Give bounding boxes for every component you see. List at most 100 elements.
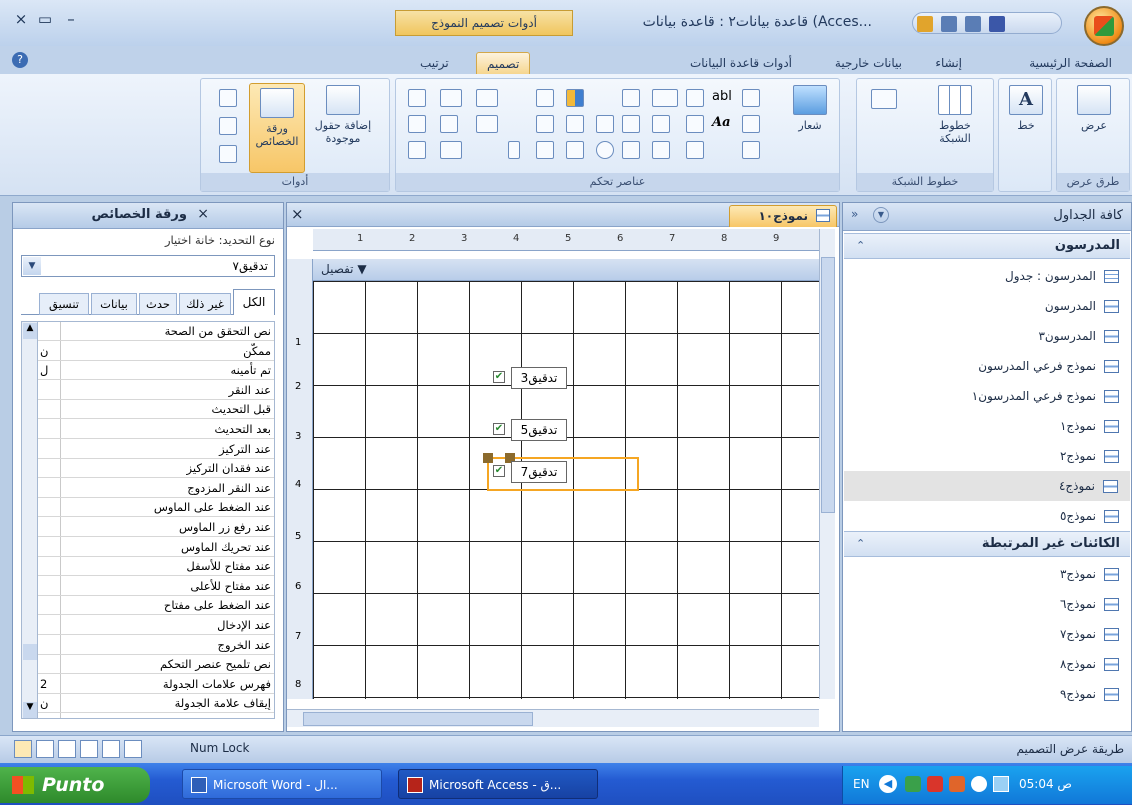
- collapse-chevron-icon[interactable]: ⌃: [856, 532, 865, 556]
- control-wizards-icon[interactable]: [408, 115, 426, 133]
- property-row[interactable]: عند النقر المزدوج: [38, 479, 274, 498]
- tab-format[interactable]: تنسيق: [39, 293, 89, 315]
- combobox-icon[interactable]: [686, 115, 704, 133]
- tab-arrange[interactable]: ترتيب: [410, 52, 459, 74]
- option-group-icon[interactable]: [622, 89, 640, 107]
- sync-icon[interactable]: [971, 776, 987, 792]
- pivottable-view-icon[interactable]: [80, 740, 98, 758]
- help-icon[interactable]: ?: [12, 52, 28, 68]
- taskbar-word-button[interactable]: Microsoft Word - ال...: [182, 769, 382, 799]
- document-tab[interactable]: نموذج١٠: [729, 205, 837, 227]
- checkbox-tool-icon[interactable]: [622, 115, 640, 133]
- tab-data[interactable]: بيانات: [91, 293, 137, 315]
- add-existing-fields-button[interactable]: إضافة حقول موجودة: [305, 85, 381, 145]
- close-icon[interactable]: ×: [197, 206, 209, 222]
- nav-item[interactable]: نموذج٢: [1060, 441, 1119, 471]
- property-row[interactable]: نص تلميح عنصر التحكم: [38, 655, 274, 675]
- convert-macros-icon[interactable]: [219, 145, 237, 163]
- insert-icon[interactable]: [440, 115, 458, 133]
- gridlines-button[interactable]: خطوط الشبكة: [923, 85, 987, 145]
- pivotchart-view-icon[interactable]: [58, 740, 76, 758]
- taskbar-access-button[interactable]: Microsoft Access - ق...: [398, 769, 598, 799]
- tab-control-icon[interactable]: [536, 89, 554, 107]
- close-button[interactable]: ×: [10, 10, 32, 30]
- font-button[interactable]: A خط: [1005, 85, 1047, 132]
- form-view-icon[interactable]: [124, 740, 142, 758]
- rectangle-icon[interactable]: [596, 115, 614, 133]
- design-vscrollbar[interactable]: [819, 229, 835, 699]
- option-button-icon[interactable]: [596, 141, 614, 159]
- checkbox-icon[interactable]: ✔: [493, 423, 505, 435]
- listbox-icon[interactable]: [686, 89, 704, 107]
- nav-item[interactable]: المدرسون : جدول: [1005, 261, 1119, 291]
- property-row[interactable]: عند الإدخال: [38, 616, 274, 635]
- property-row[interactable]: عند فقدان التركيز: [38, 459, 274, 479]
- hyperlink-icon[interactable]: [536, 115, 554, 133]
- undo-icon[interactable]: [941, 16, 957, 32]
- layout-view-icon[interactable]: [36, 740, 54, 758]
- shutter-bar-icon[interactable]: »: [851, 207, 858, 221]
- subform-icon[interactable]: [566, 115, 584, 133]
- bound-frame-icon[interactable]: [622, 141, 640, 159]
- property-row[interactable]: بعد التحديث: [38, 420, 274, 439]
- property-scrollbar[interactable]: ▲ ▼: [22, 322, 38, 718]
- chevron-down-icon[interactable]: ▼: [23, 257, 41, 275]
- nav-item[interactable]: نموذج٩: [1060, 679, 1119, 709]
- property-row[interactable]: عند مفتاح للأعلى: [38, 577, 274, 596]
- design-grid[interactable]: ✔ تدقيق3 ✔ تدقيق5 ✔ تدقيق7: [313, 281, 819, 699]
- date-time-icon[interactable]: [742, 141, 760, 159]
- property-value[interactable]: 2: [40, 677, 47, 691]
- office-button[interactable]: [1084, 6, 1124, 46]
- checkbox-label[interactable]: تدقيق7: [511, 461, 567, 483]
- display-icon[interactable]: [993, 776, 1009, 792]
- nav-item[interactable]: نموذج فرعي المدرسون: [978, 351, 1119, 381]
- chevron-left-icon[interactable]: ◀: [879, 775, 897, 793]
- navigation-header[interactable]: كافة الجداول » ▼: [843, 203, 1131, 231]
- textbox-icon[interactable]: abl: [712, 89, 732, 104]
- security-icon[interactable]: [927, 776, 943, 792]
- property-row[interactable]: ممكّن ن: [38, 342, 274, 361]
- property-row[interactable]: عند التركيز: [38, 440, 274, 459]
- property-value[interactable]: ن: [40, 344, 48, 358]
- tab-design[interactable]: تصميم: [476, 52, 531, 74]
- tab-event[interactable]: حدث: [139, 293, 177, 315]
- tab-create[interactable]: إنشاء: [925, 52, 972, 74]
- nav-item[interactable]: نموذج١: [1060, 411, 1119, 441]
- image-icon[interactable]: [536, 141, 554, 159]
- tab-database-tools[interactable]: أدوات قاعدة البيانات: [680, 52, 802, 74]
- tab-order-icon[interactable]: [219, 89, 237, 107]
- property-value[interactable]: ن: [40, 696, 48, 710]
- section-header-detail[interactable]: تفصيل ▼: [313, 259, 819, 281]
- nav-item[interactable]: نموذج٦: [1060, 589, 1119, 619]
- nav-item[interactable]: نموذج٤: [844, 471, 1130, 501]
- activex-icon[interactable]: [408, 141, 426, 159]
- line-icon[interactable]: [440, 89, 462, 107]
- line-width-icon[interactable]: [871, 89, 897, 109]
- network-icon[interactable]: [905, 776, 921, 792]
- nav-item[interactable]: نموذج٣: [1060, 559, 1119, 589]
- property-row[interactable]: عند الضغط على الماوس: [38, 498, 274, 518]
- nav-item[interactable]: نموذج٨: [1060, 649, 1119, 679]
- nav-item[interactable]: نموذج٥: [1060, 501, 1119, 531]
- logo-button[interactable]: شعار: [787, 85, 833, 132]
- property-row[interactable]: فهرس علامات الجدولة 2: [38, 675, 274, 694]
- redo-icon[interactable]: [965, 16, 981, 32]
- nav-item[interactable]: المدرسون٣: [1038, 321, 1119, 351]
- property-row[interactable]: عند رفع زر الماوس: [38, 518, 274, 537]
- nav-group-header[interactable]: الكائنات غير المرتبطة ⌃: [844, 531, 1130, 557]
- language-indicator[interactable]: EN: [853, 777, 870, 791]
- datasheet-view-icon[interactable]: [102, 740, 120, 758]
- title-icon[interactable]: [742, 89, 760, 107]
- move-handle[interactable]: [483, 453, 493, 463]
- unbound-frame-icon[interactable]: [566, 141, 584, 159]
- scroll-down-icon[interactable]: ▼: [23, 702, 37, 718]
- property-sheet-button[interactable]: ورقة الخصائص: [249, 83, 305, 173]
- close-icon[interactable]: ×: [291, 205, 304, 223]
- label-icon[interactable]: Aa: [712, 115, 731, 130]
- toggle-button-icon[interactable]: [652, 115, 670, 133]
- select-pointer-icon[interactable]: [408, 89, 426, 107]
- tab-all[interactable]: الكل: [233, 289, 275, 315]
- property-row[interactable]: عند النقر: [38, 381, 274, 400]
- line-thickness-icon[interactable]: [476, 89, 498, 107]
- attachment-icon[interactable]: [508, 141, 520, 159]
